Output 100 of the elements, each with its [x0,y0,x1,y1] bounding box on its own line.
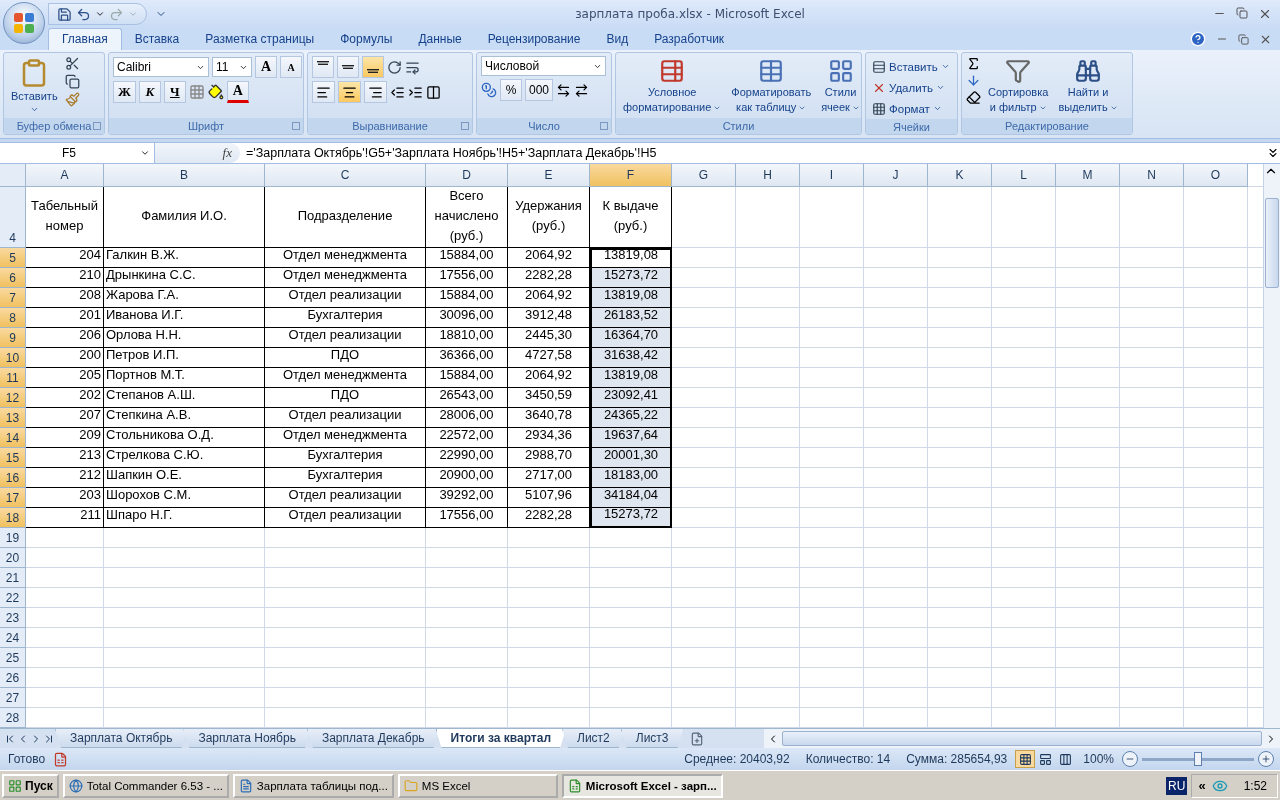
italic-button[interactable]: К [138,81,161,103]
formula-field[interactable]: ='Зарплата Октябрь'!G5+'Зарплата Ноябрь'!H5+'Зарплата Декабрь'!H5 [240,146,1266,160]
ribbon-tab[interactable]: Разработчик [641,29,738,50]
vertical-align-button[interactable] [312,56,334,78]
row-header[interactable]: 28 [0,708,26,728]
row-header[interactable]: 5 [0,248,26,268]
underline-button[interactable]: Ч [163,81,186,103]
scrollbar-thumb[interactable] [1265,198,1279,288]
save-icon[interactable] [57,6,72,22]
column-header[interactable]: D [426,164,508,187]
eraser-icon[interactable] [966,90,981,105]
ribbon-tab[interactable]: Вставка [121,29,193,50]
cells-button[interactable]: Вставить [870,56,952,77]
sheet-tab[interactable]: Зарплата Декабрь [306,729,440,748]
copy-icon[interactable] [64,74,80,89]
sheet-tab[interactable]: Лист2 [562,729,625,748]
column-header[interactable]: G [672,164,736,187]
row-header[interactable]: 16 [0,468,26,488]
row-header[interactable]: 27 [0,688,26,708]
ribbon-tab[interactable]: Разметка страницы [192,29,328,50]
column-header[interactable]: O [1184,164,1248,187]
column-header[interactable]: H [736,164,800,187]
expand-icon[interactable] [1266,146,1280,160]
column-header[interactable]: K [928,164,992,187]
taskbar-button[interactable]: MS Excel [397,773,558,798]
paste-button[interactable]: Вставить [8,56,61,118]
percent-button[interactable]: % [500,79,522,101]
fill-color-icon[interactable] [207,84,224,100]
restore-icon[interactable] [1236,7,1248,21]
row-header[interactable]: 17 [0,488,26,508]
last-sheet-icon[interactable] [43,732,55,745]
cells-button[interactable]: Удалить [870,77,952,98]
grow-font-button[interactable]: A [255,56,277,78]
row-header[interactable]: 18 [0,508,26,528]
bold-button[interactable]: Ж [113,81,136,103]
row-header[interactable]: 12 [0,388,26,408]
ribbon-tab[interactable]: Вид [593,29,642,50]
row-header[interactable]: 4 [0,187,26,248]
editing-button[interactable]: Найти и выделить [1055,56,1121,118]
horizontal-align-button[interactable] [364,81,387,103]
help-icon[interactable] [1190,31,1206,47]
indent-decrease-icon[interactable] [390,84,405,100]
font-size-field[interactable]: 11 [212,57,252,77]
row-header[interactable]: 24 [0,628,26,648]
indent-increase-icon[interactable] [408,84,423,100]
language-indicator[interactable]: RU [1166,776,1188,795]
row-header[interactable]: 9 [0,328,26,348]
fill-down-icon[interactable] [966,73,981,88]
column-header[interactable]: F [590,164,672,187]
view-button[interactable] [1015,750,1036,768]
close-icon[interactable] [1258,7,1272,21]
styles-button[interactable]: Стили ячеек [818,56,863,118]
row-header[interactable]: 21 [0,568,26,588]
taskbar-button[interactable]: Зарплата таблицы под... [232,773,394,798]
row-header[interactable]: 11 [0,368,26,388]
column-header[interactable]: M [1056,164,1120,187]
sheet-tab[interactable]: Зарплата Ноябрь [183,729,311,748]
row-header[interactable]: 10 [0,348,26,368]
column-header[interactable]: E [508,164,590,187]
font-color-button[interactable]: A [226,81,249,103]
sheet-tab[interactable]: Зарплата Октябрь [55,729,188,748]
shrink-font-button[interactable]: A [280,56,302,78]
horizontal-align-button[interactable] [338,81,361,103]
row-header[interactable]: 14 [0,428,26,448]
column-header[interactable]: B [104,164,265,187]
column-header[interactable]: J [864,164,928,187]
undo-icon[interactable] [76,6,91,22]
macro-record-icon[interactable] [53,751,69,767]
column-header[interactable]: L [992,164,1056,187]
row-header[interactable]: 26 [0,668,26,688]
start-button[interactable]: Пуск [2,773,59,798]
restore-icon[interactable] [1238,33,1249,45]
styles-button[interactable]: Условное форматирование [620,56,725,118]
new-sheet-icon[interactable] [689,731,704,746]
zoom-in-button[interactable] [1258,751,1274,767]
number-format-field[interactable]: Числовой [481,56,606,76]
vertical-align-button[interactable] [362,56,384,78]
scrollbar-thumb[interactable] [781,731,1262,746]
editing-button[interactable]: Сортировка и фильтр [985,56,1052,118]
wrap-text-icon[interactable] [405,59,420,75]
row-header[interactable]: 22 [0,588,26,608]
sum-icon[interactable] [966,56,981,71]
column-header[interactable]: A [26,164,104,187]
column-header[interactable]: I [800,164,864,187]
function-button[interactable]: fx [222,145,232,161]
zoom-out-button[interactable] [1122,751,1138,767]
row-header[interactable]: 20 [0,548,26,568]
row-header[interactable]: 19 [0,528,26,548]
first-sheet-icon[interactable] [4,732,16,745]
font-name-field[interactable]: Calibri [113,57,209,77]
column-header[interactable]: C [265,164,426,187]
ribbon-tab[interactable]: Главная [48,28,122,50]
styles-button[interactable]: Форматировать как таблицу [728,56,815,118]
row-header[interactable]: 23 [0,608,26,628]
taskbar-button[interactable]: Total Commander 6.53 - ... [62,773,229,798]
tray-toggle[interactable]: « [1198,778,1206,793]
vertical-align-button[interactable] [337,56,359,78]
row-header[interactable]: 7 [0,288,26,308]
horizontal-align-button[interactable] [312,81,335,103]
row-header[interactable]: 25 [0,648,26,668]
